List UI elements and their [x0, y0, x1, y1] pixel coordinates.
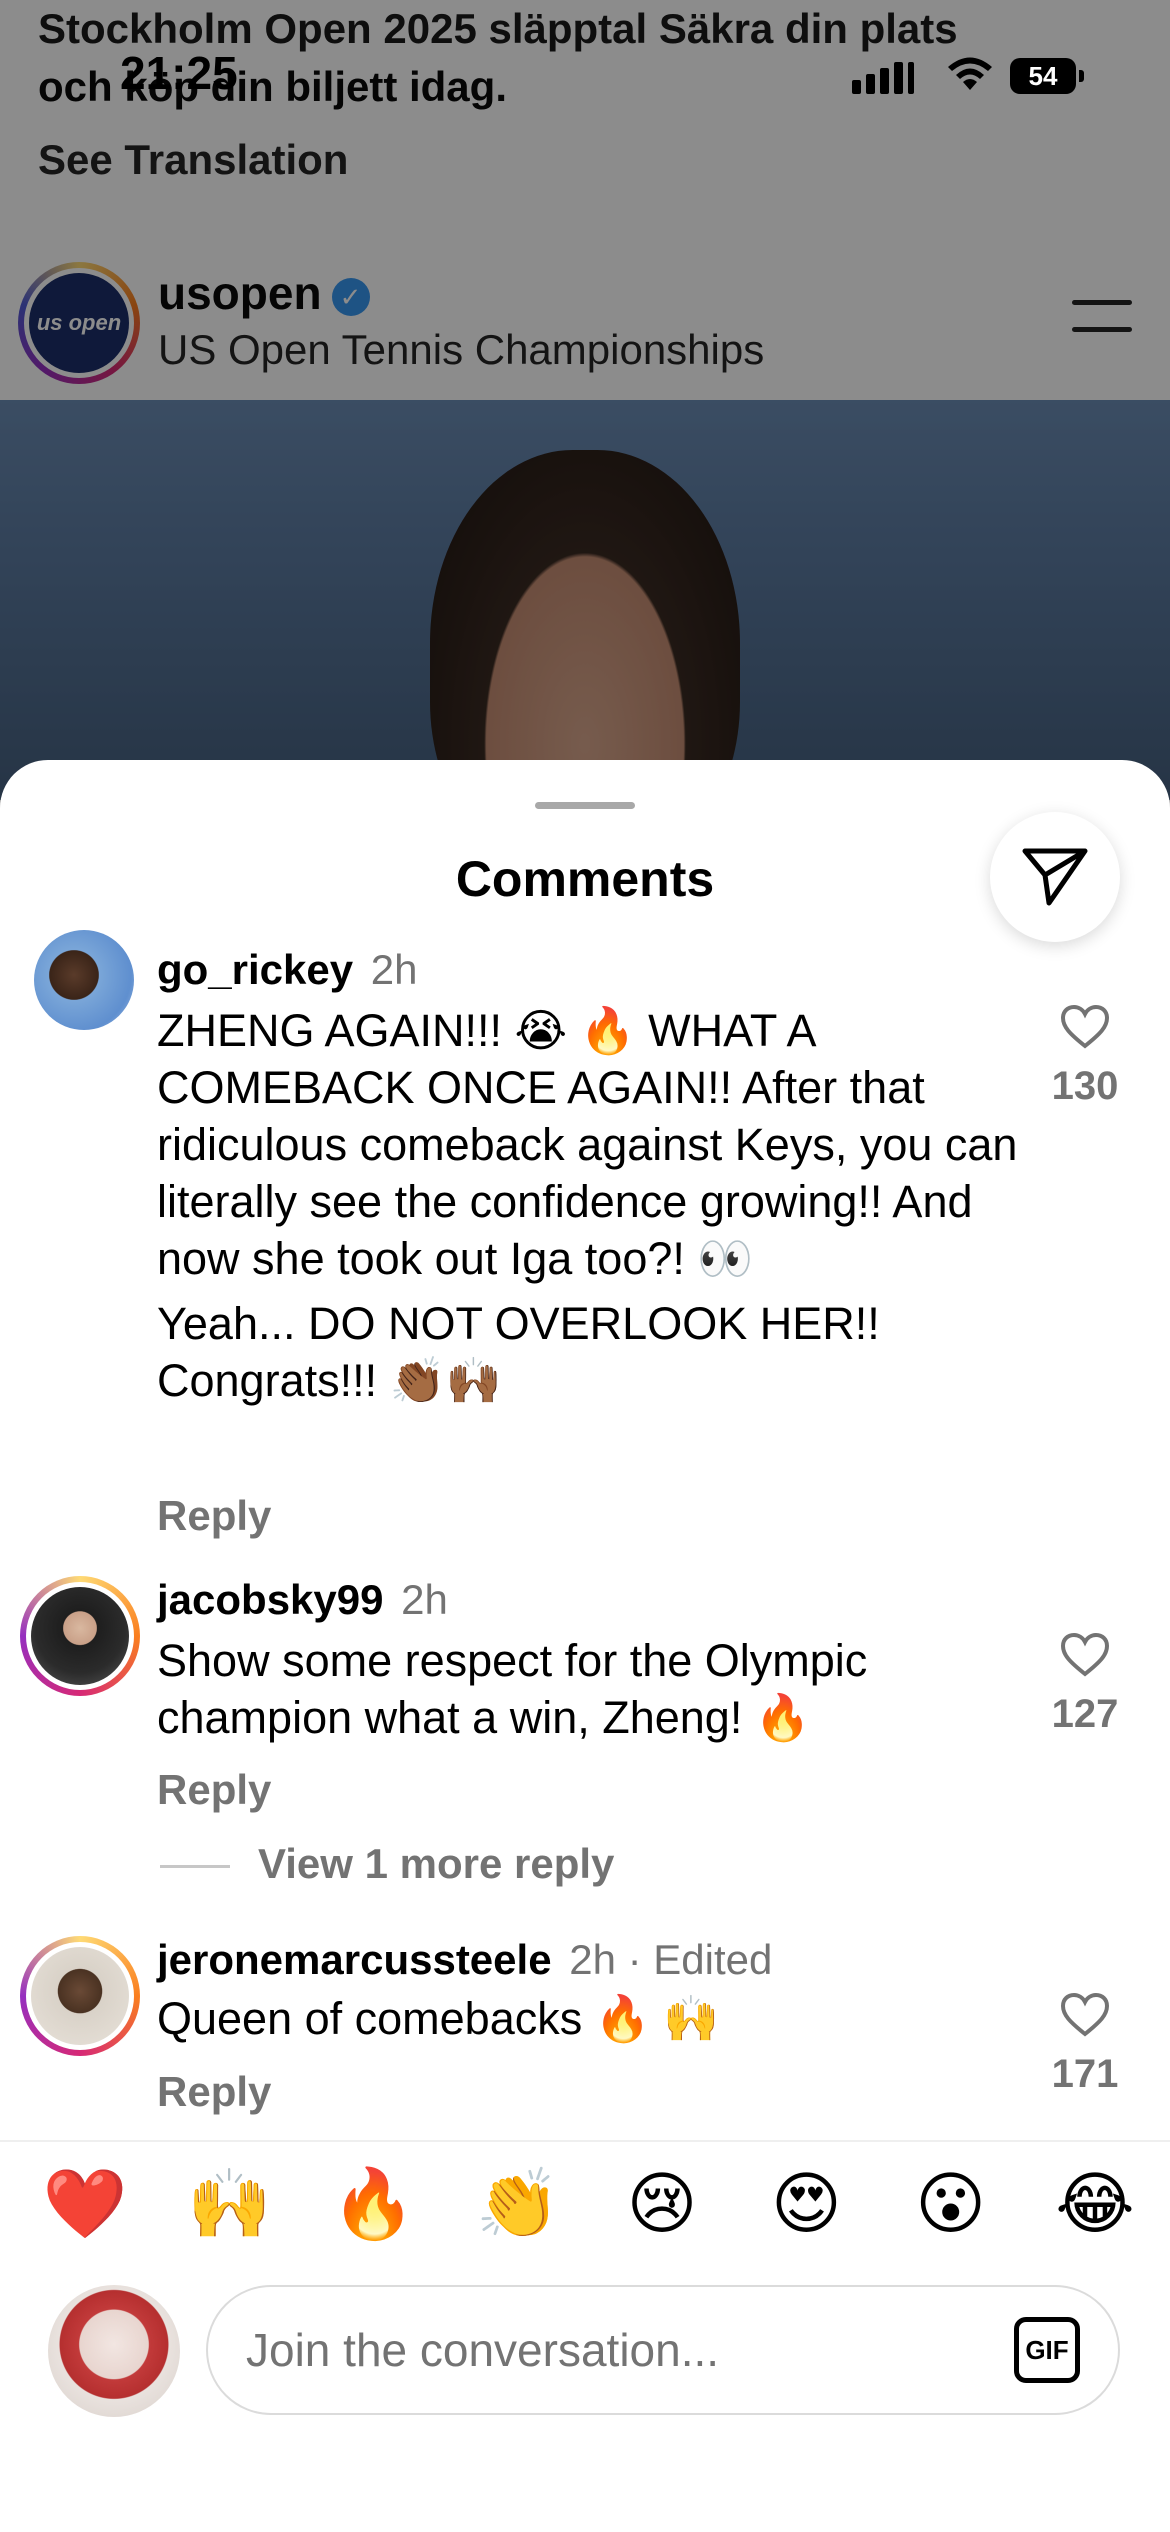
- like-control[interactable]: 130: [1040, 1004, 1130, 1109]
- reaction-fire[interactable]: 🔥: [329, 2165, 419, 2245]
- like-control[interactable]: 171: [1040, 1992, 1130, 2097]
- comment-username[interactable]: go_rickey: [157, 946, 353, 993]
- like-count: 130: [1051, 1064, 1119, 1108]
- like-count: 127: [1051, 1692, 1119, 1736]
- comment-time: 2h: [370, 946, 418, 993]
- reply-button[interactable]: Reply: [157, 1492, 271, 1540]
- comment-input[interactable]: [246, 2287, 946, 2413]
- wifi-icon: [948, 57, 992, 90]
- reaction-surprised[interactable]: 😮: [906, 2165, 996, 2245]
- heart-icon[interactable]: [1060, 1632, 1110, 1678]
- comment-avatar[interactable]: [20, 1936, 140, 2056]
- comment-username[interactable]: jeronemarcussteele: [157, 1936, 552, 1983]
- comment-time: 2h: [401, 1576, 448, 1623]
- view-more-line: [160, 1865, 230, 1869]
- view-more-label[interactable]: View 1 more reply: [258, 1840, 614, 1887]
- reaction-heart-eyes[interactable]: 😍: [761, 2165, 851, 2245]
- battery-icon: 54: [1010, 58, 1084, 94]
- status-time: 21:25: [120, 47, 238, 99]
- reaction-laughing[interactable]: 😂: [1050, 2165, 1140, 2245]
- comment-paragraph: Yeah... DO NOT OVERLOOK HER!! Congrats!!…: [157, 1298, 880, 1406]
- comment-avatar[interactable]: [20, 1576, 140, 1696]
- sheet-grabber[interactable]: [535, 802, 635, 809]
- comment-username[interactable]: jacobsky99: [157, 1576, 384, 1623]
- view-more-replies[interactable]: View 1 more reply: [160, 1840, 614, 1888]
- comment-text: Show some respect for the Olympic champi…: [157, 1632, 1027, 1754]
- reaction-crying[interactable]: 😢: [617, 2165, 707, 2245]
- reaction-heart[interactable]: ❤️: [40, 2165, 130, 2245]
- comment-paragraph: Show some respect for the Olympic champi…: [157, 1635, 868, 1743]
- paper-plane-icon: [1022, 848, 1088, 906]
- heart-icon[interactable]: [1060, 1004, 1110, 1050]
- comment-text: ZHENG AGAIN!!! 😭 🔥 WHAT A COMEBACK ONCE …: [157, 1002, 1027, 1417]
- comment-paragraph: Queen of comebacks 🔥 🙌: [157, 1993, 720, 2044]
- like-control[interactable]: 127: [1040, 1632, 1130, 1737]
- reaction-clap[interactable]: 👏: [473, 2165, 563, 2245]
- comments-sheet: Comments go_rickey 2h ZHENG AGAIN!!! 😭 🔥…: [0, 760, 1170, 2532]
- reply-button[interactable]: Reply: [157, 1766, 271, 1814]
- heart-icon[interactable]: [1060, 1992, 1110, 2038]
- quick-reactions-bar: ❤️ 🙌 🔥 👏 😢 😍 😮 😂: [40, 2165, 1140, 2245]
- comment-time: 2h · Edited: [569, 1936, 773, 1983]
- reply-button[interactable]: Reply: [157, 2068, 271, 2116]
- comment-composer[interactable]: GIF: [206, 2285, 1120, 2415]
- comment-header: jacobsky99 2h: [157, 1576, 448, 1624]
- comment-header: jeronemarcussteele 2h · Edited: [157, 1936, 772, 1984]
- like-count: 171: [1051, 2052, 1119, 2096]
- comment-paragraph: ZHENG AGAIN!!! 😭 🔥 WHAT A COMEBACK ONCE …: [157, 1005, 1018, 1284]
- share-button[interactable]: [990, 812, 1120, 942]
- comment-avatar[interactable]: [34, 930, 134, 1030]
- current-user-avatar[interactable]: [48, 2285, 180, 2417]
- reaction-raised-hands[interactable]: 🙌: [184, 2165, 274, 2245]
- status-icons: 54: [850, 52, 1090, 102]
- comment-header: go_rickey 2h: [157, 946, 418, 994]
- comment-text: Queen of comebacks 🔥 🙌: [157, 1990, 1027, 2055]
- divider: [0, 2140, 1170, 2142]
- gif-button[interactable]: GIF: [1014, 2317, 1080, 2383]
